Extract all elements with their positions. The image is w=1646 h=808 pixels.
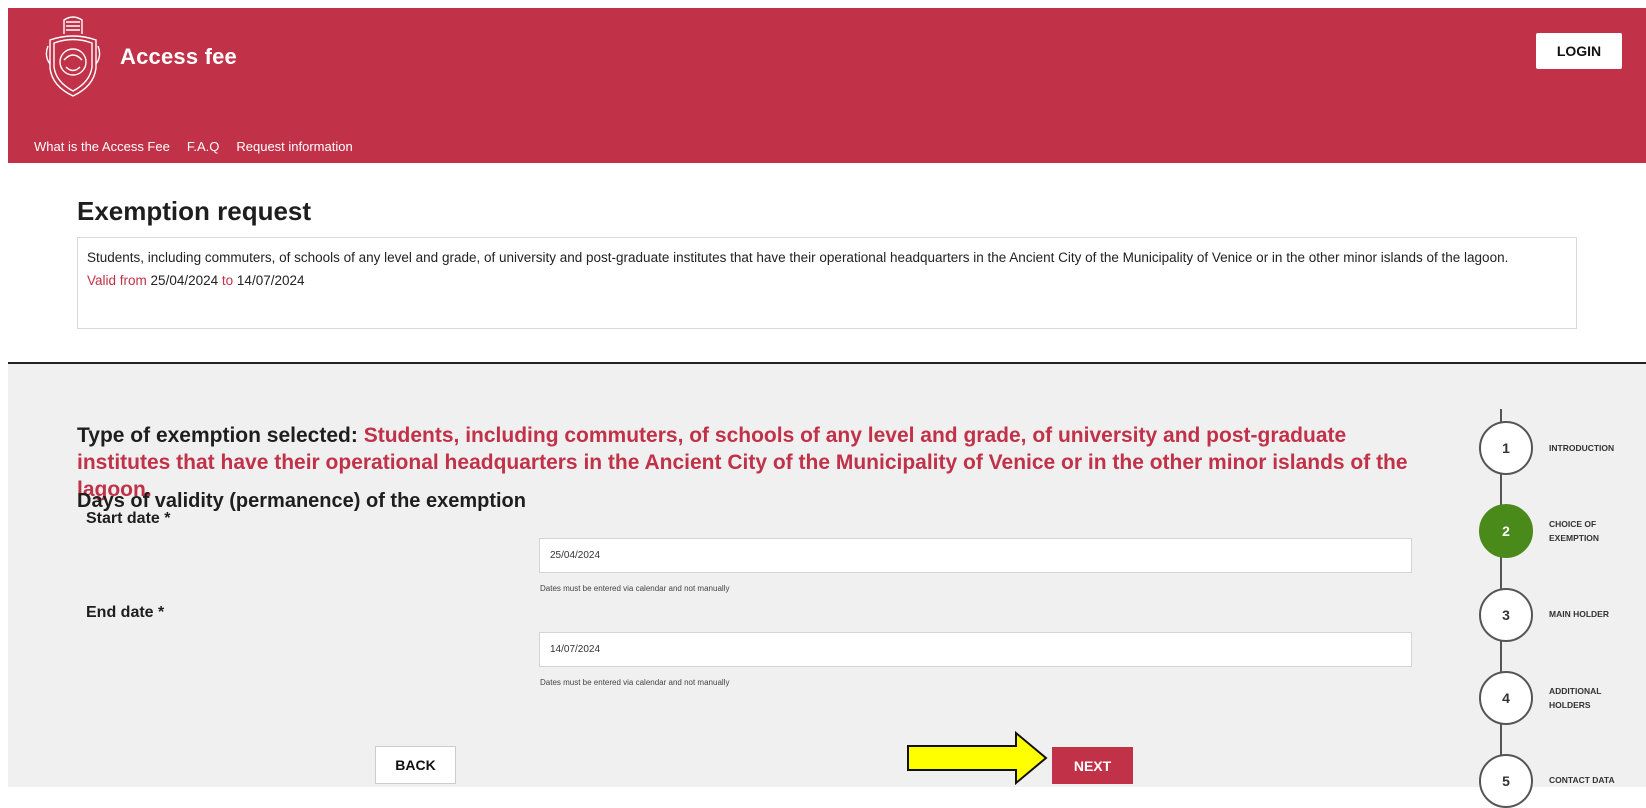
step-3[interactable]: 3	[1479, 588, 1533, 642]
exemption-intro: Exemption request Students, including co…	[77, 196, 1577, 329]
venice-coat-of-arms-icon[interactable]	[44, 12, 102, 100]
site-header: Access fee LOGIN What is the Access Fee …	[8, 8, 1646, 163]
nav-request-information[interactable]: Request information	[236, 139, 352, 154]
validity-period: Valid from 25/04/2024 to 14/07/2024	[87, 269, 1567, 292]
site-title[interactable]: Access fee	[120, 44, 237, 70]
start-date-label: Start date *	[86, 510, 171, 527]
valid-from-date: 25/04/2024	[150, 273, 219, 288]
yellow-arrow-icon	[907, 731, 1048, 785]
step-3-label: MAIN HOLDER	[1549, 609, 1609, 619]
start-date-hint: Dates must be entered via calendar and n…	[540, 584, 730, 593]
nav-faq[interactable]: F.A.Q	[187, 139, 220, 154]
step-2[interactable]: 2	[1479, 504, 1533, 558]
end-date-label: End date *	[86, 604, 165, 621]
exemption-description: Students, including commuters, of school…	[87, 250, 1509, 265]
start-date-input[interactable]	[539, 538, 1412, 573]
valid-to-label: to	[221, 273, 234, 288]
step-1[interactable]: 1	[1479, 421, 1533, 475]
main-nav: What is the Access Fee F.A.Q Request inf…	[34, 139, 353, 154]
step-5-label: CONTACT DATA	[1549, 775, 1615, 785]
next-button[interactable]: NEXT	[1052, 747, 1133, 784]
exemption-form: Type of exemption selected: Students, in…	[8, 364, 1646, 787]
step-4-label: ADDITIONAL HOLDERS	[1549, 686, 1602, 710]
exemption-type-label: Type of exemption selected:	[77, 424, 358, 447]
back-button[interactable]: BACK	[375, 746, 456, 784]
valid-to-date: 14/07/2024	[236, 273, 305, 288]
valid-from-label: Valid from	[87, 273, 147, 288]
step-5[interactable]: 5	[1479, 754, 1533, 808]
page-title: Exemption request	[77, 196, 312, 226]
nav-what-is-access-fee[interactable]: What is the Access Fee	[34, 139, 170, 154]
end-date-input[interactable]	[539, 632, 1412, 667]
step-4[interactable]: 4	[1479, 671, 1533, 725]
step-1-label: INTRODUCTION	[1549, 443, 1615, 453]
step-2-label: CHOICE OF EXEMPTION	[1549, 519, 1600, 543]
exemption-info-box: Students, including commuters, of school…	[77, 237, 1577, 329]
end-date-hint: Dates must be entered via calendar and n…	[540, 678, 730, 687]
login-button[interactable]: LOGIN	[1536, 33, 1622, 69]
